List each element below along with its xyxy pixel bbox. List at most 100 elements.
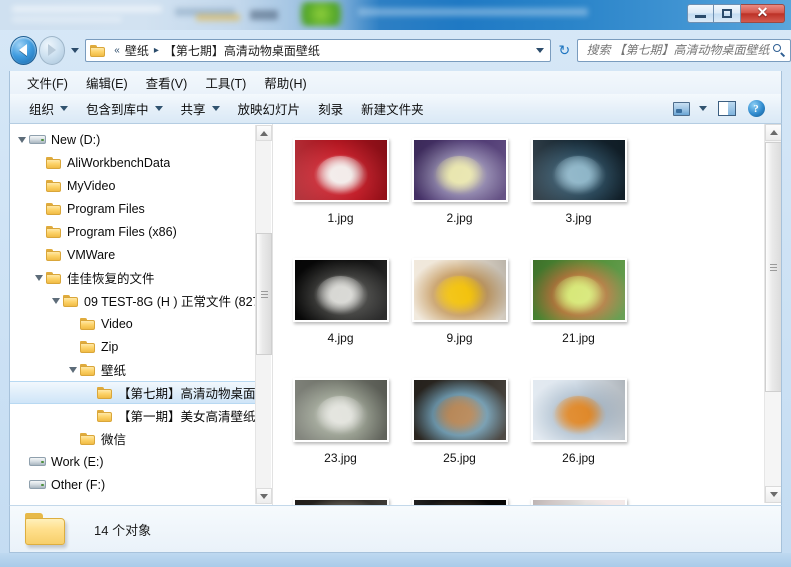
- file-item[interactable]: 28.jpg: [400, 490, 519, 505]
- change-view-button[interactable]: [669, 98, 693, 120]
- recent-locations-button[interactable]: [68, 37, 81, 64]
- tree-expander-closed-icon[interactable]: [31, 178, 46, 193]
- toolbar-include-in-library-button[interactable]: 包含到库中: [77, 95, 172, 122]
- file-item[interactable]: 25.jpg: [400, 370, 519, 490]
- breadcrumb-separator[interactable]: ▸: [152, 45, 161, 56]
- tree-item[interactable]: 壁纸: [10, 358, 262, 381]
- file-item[interactable]: 9.jpg: [400, 250, 519, 370]
- file-thumbnail[interactable]: [292, 258, 389, 322]
- file-thumbnail[interactable]: [530, 138, 627, 202]
- tree-item[interactable]: VMWare: [10, 243, 262, 266]
- maximize-button[interactable]: [714, 4, 741, 23]
- toolbar-organize-button[interactable]: 组织: [20, 95, 77, 122]
- tree-expander-open-icon[interactable]: [48, 293, 63, 308]
- menu-tools[interactable]: 工具(T): [196, 71, 255, 94]
- navigation-pane-scrollbar[interactable]: [255, 125, 272, 504]
- breadcrumb-item-wallpaper[interactable]: 壁纸: [122, 40, 152, 61]
- search-box[interactable]: [577, 38, 791, 62]
- file-thumbnail[interactable]: [530, 378, 627, 442]
- tree-item[interactable]: Program Files: [10, 197, 262, 220]
- forward-button[interactable]: [38, 35, 66, 65]
- change-view-dropdown[interactable]: [695, 98, 711, 120]
- tree-expander-closed-icon[interactable]: [31, 201, 46, 216]
- tree-item[interactable]: Program Files (x86): [10, 220, 262, 243]
- file-item[interactable]: 3.jpg: [519, 130, 638, 250]
- tree-expander-closed-icon[interactable]: [65, 339, 80, 354]
- file-item[interactable]: 29.jpg: [519, 490, 638, 505]
- nav-scroll-thumb[interactable]: [256, 233, 272, 355]
- tree-expander-closed-icon[interactable]: [14, 477, 29, 492]
- file-thumbnail[interactable]: [530, 498, 627, 505]
- tree-expander-open-icon[interactable]: [14, 132, 29, 147]
- file-scroll-up-button[interactable]: [765, 124, 781, 141]
- address-dropdown-button[interactable]: [532, 40, 548, 61]
- tree-item[interactable]: AliWorkbenchData: [10, 151, 262, 174]
- file-item[interactable]: 23.jpg: [281, 370, 400, 490]
- file-list-scrollbar[interactable]: [764, 124, 781, 503]
- breadcrumb-overflow-chevron[interactable]: «: [112, 45, 122, 56]
- window-controls[interactable]: ✕: [687, 4, 785, 23]
- address-bar[interactable]: « 壁纸 ▸ 【第七期】高清动物桌面壁纸: [85, 38, 552, 62]
- tree-expander-closed-icon[interactable]: [65, 316, 80, 331]
- tree-item[interactable]: 【第一期】美女高清壁纸: [10, 404, 262, 427]
- breadcrumb-item-current[interactable]: 【第七期】高清动物桌面壁纸: [161, 40, 323, 61]
- tree-item[interactable]: Video: [10, 312, 262, 335]
- tree-expander-closed-icon[interactable]: [65, 431, 80, 446]
- menu-view[interactable]: 查看(V): [137, 71, 197, 94]
- file-thumbnail[interactable]: [292, 378, 389, 442]
- file-item[interactable]: 2.jpg: [400, 130, 519, 250]
- file-item[interactable]: 4.jpg: [281, 250, 400, 370]
- file-item[interactable]: 27.jpg: [281, 490, 400, 505]
- tree-item[interactable]: 09 TEST-8G (H ) 正常文件 (8278: [10, 289, 262, 312]
- folder-icon: [80, 340, 96, 353]
- toolbar-new-folder-button[interactable]: 新建文件夹: [352, 95, 433, 122]
- tree-expander-closed-icon[interactable]: [14, 454, 29, 469]
- toolbar-share-button[interactable]: 共享: [172, 95, 229, 122]
- file-list-pane[interactable]: 1.jpg 2.jpg 3.jpg 4.jpg 9.jpg 21.jpg 23.jpg 25.…: [273, 124, 781, 505]
- file-scroll-thumb[interactable]: [765, 142, 781, 392]
- title-bar[interactable]: ✕: [0, 0, 791, 30]
- tree-item[interactable]: MyVideo: [10, 174, 262, 197]
- tree-item[interactable]: Work (E:): [10, 450, 262, 473]
- file-thumbnail[interactable]: [411, 378, 508, 442]
- file-thumbnail[interactable]: [530, 258, 627, 322]
- menu-file[interactable]: 文件(F): [18, 71, 77, 94]
- tree-expander-open-icon[interactable]: [65, 362, 80, 377]
- file-thumbnail[interactable]: [411, 138, 508, 202]
- refresh-button[interactable]: ↻: [554, 39, 574, 62]
- file-scroll-down-button[interactable]: [765, 486, 781, 503]
- tree-item[interactable]: Other (F:): [10, 473, 262, 496]
- nav-scroll-down-button[interactable]: [256, 488, 272, 504]
- toolbar-burn-button[interactable]: 刻录: [309, 95, 352, 122]
- help-button[interactable]: ?: [743, 98, 769, 120]
- file-thumbnail[interactable]: [292, 138, 389, 202]
- file-item[interactable]: 26.jpg: [519, 370, 638, 490]
- file-thumbnail[interactable]: [411, 498, 508, 505]
- tree-item[interactable]: 佳佳恢复的文件: [10, 266, 262, 289]
- preview-pane-button[interactable]: [713, 98, 741, 120]
- minimize-button[interactable]: [687, 4, 714, 23]
- search-input[interactable]: [584, 41, 772, 59]
- tree-expander-open-icon[interactable]: [31, 270, 46, 285]
- tree-expander-closed-icon[interactable]: [31, 247, 46, 262]
- tree-item[interactable]: 【第七期】高清动物桌面壁纸: [10, 381, 262, 404]
- tree-expander-closed-icon[interactable]: [31, 155, 46, 170]
- nav-scroll-up-button[interactable]: [256, 125, 272, 141]
- tree-item[interactable]: Zip: [10, 335, 262, 358]
- tree-expander-closed-icon[interactable]: [31, 224, 46, 239]
- close-button[interactable]: ✕: [741, 4, 785, 23]
- tree-item[interactable]: New (D:): [10, 128, 262, 151]
- menu-edit[interactable]: 编辑(E): [77, 71, 137, 94]
- search-icon[interactable]: [772, 43, 786, 57]
- menu-help[interactable]: 帮助(H): [255, 71, 315, 94]
- file-item[interactable]: 1.jpg: [281, 130, 400, 250]
- navigation-pane[interactable]: New (D:) AliWorkbenchData MyVideo Program F…: [10, 124, 273, 505]
- folder-tree[interactable]: New (D:) AliWorkbenchData MyVideo Program F…: [10, 128, 262, 496]
- back-button[interactable]: [10, 35, 37, 65]
- file-grid[interactable]: 1.jpg 2.jpg 3.jpg 4.jpg 9.jpg 21.jpg 23.jpg 25.…: [281, 130, 756, 505]
- file-item[interactable]: 21.jpg: [519, 250, 638, 370]
- tree-item[interactable]: 微信: [10, 427, 262, 450]
- toolbar-slideshow-button[interactable]: 放映幻灯片: [229, 95, 310, 122]
- file-thumbnail[interactable]: [411, 258, 508, 322]
- file-thumbnail[interactable]: [292, 498, 389, 505]
